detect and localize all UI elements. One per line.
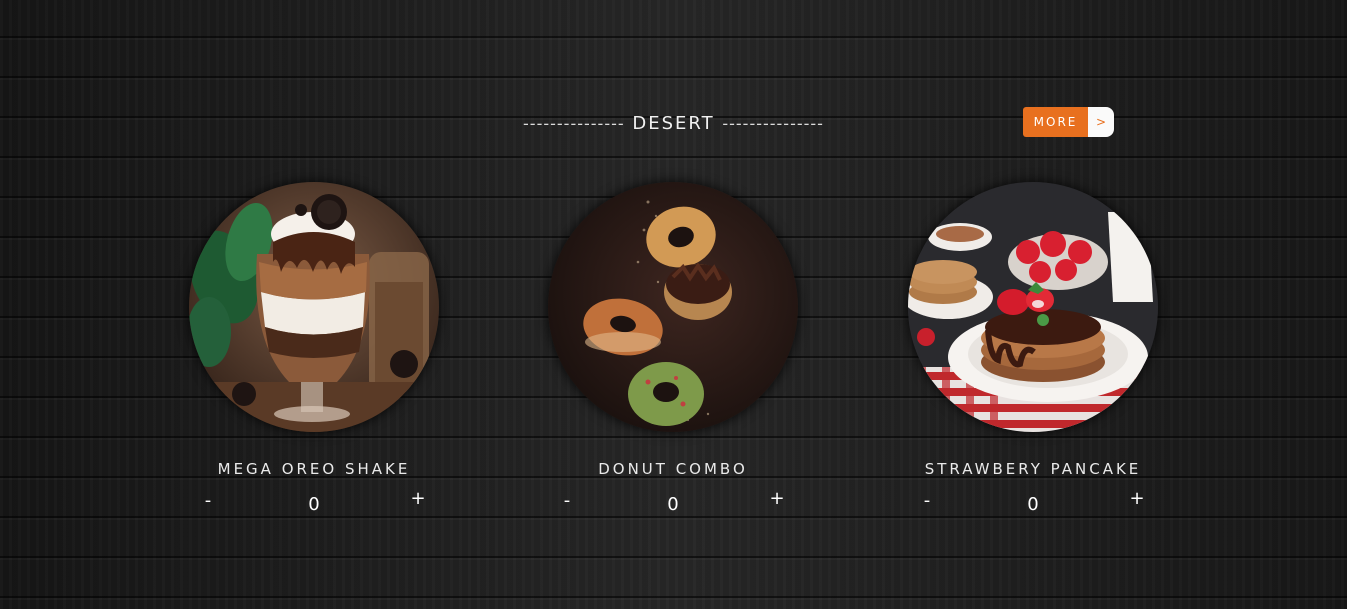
section-title-row: --------------- DESERT --------------- xyxy=(523,113,824,134)
item-name: STRAWBERY PANCAKE xyxy=(924,460,1142,478)
quantity-stepper: - 0 + xyxy=(547,488,799,518)
quantity-stepper: - 0 + xyxy=(907,488,1159,518)
title-dashes-right: --------------- xyxy=(722,114,824,133)
oreo-shake-photo[interactable] xyxy=(189,182,439,432)
strawberry-pancake-photo[interactable] xyxy=(908,182,1158,432)
menu-card-oreo-shake: MEGA OREO SHAKE - 0 + xyxy=(188,182,440,518)
quantity-value: 0 xyxy=(667,494,679,515)
more-button-label: MORE xyxy=(1023,107,1088,137)
menu-page: --------------- DESERT --------------- M… xyxy=(0,0,1347,609)
quantity-value: 0 xyxy=(1027,494,1039,515)
more-button[interactable]: MORE > xyxy=(1023,107,1114,137)
increase-button[interactable]: + xyxy=(767,488,787,510)
decrease-button[interactable]: - xyxy=(198,490,218,512)
increase-button[interactable]: + xyxy=(1127,488,1147,510)
section-title: DESERT xyxy=(632,113,715,134)
decrease-button[interactable]: - xyxy=(557,490,577,512)
menu-card-strawberry-pancake: STRAWBERY PANCAKE - 0 + xyxy=(907,182,1159,518)
donut-combo-photo[interactable] xyxy=(548,182,798,432)
quantity-value: 0 xyxy=(308,494,320,515)
section-header: --------------- DESERT --------------- xyxy=(0,113,1347,134)
title-dashes-left: --------------- xyxy=(523,114,625,133)
chevron-right-icon: > xyxy=(1088,107,1114,137)
menu-card-donut-combo: DONUT COMBO - 0 + xyxy=(547,182,799,518)
increase-button[interactable]: + xyxy=(408,488,428,510)
item-name: MEGA OREO SHAKE xyxy=(217,460,411,478)
quantity-stepper: - 0 + xyxy=(188,488,440,518)
decrease-button[interactable]: - xyxy=(917,490,937,512)
item-name: DONUT COMBO xyxy=(598,460,748,478)
